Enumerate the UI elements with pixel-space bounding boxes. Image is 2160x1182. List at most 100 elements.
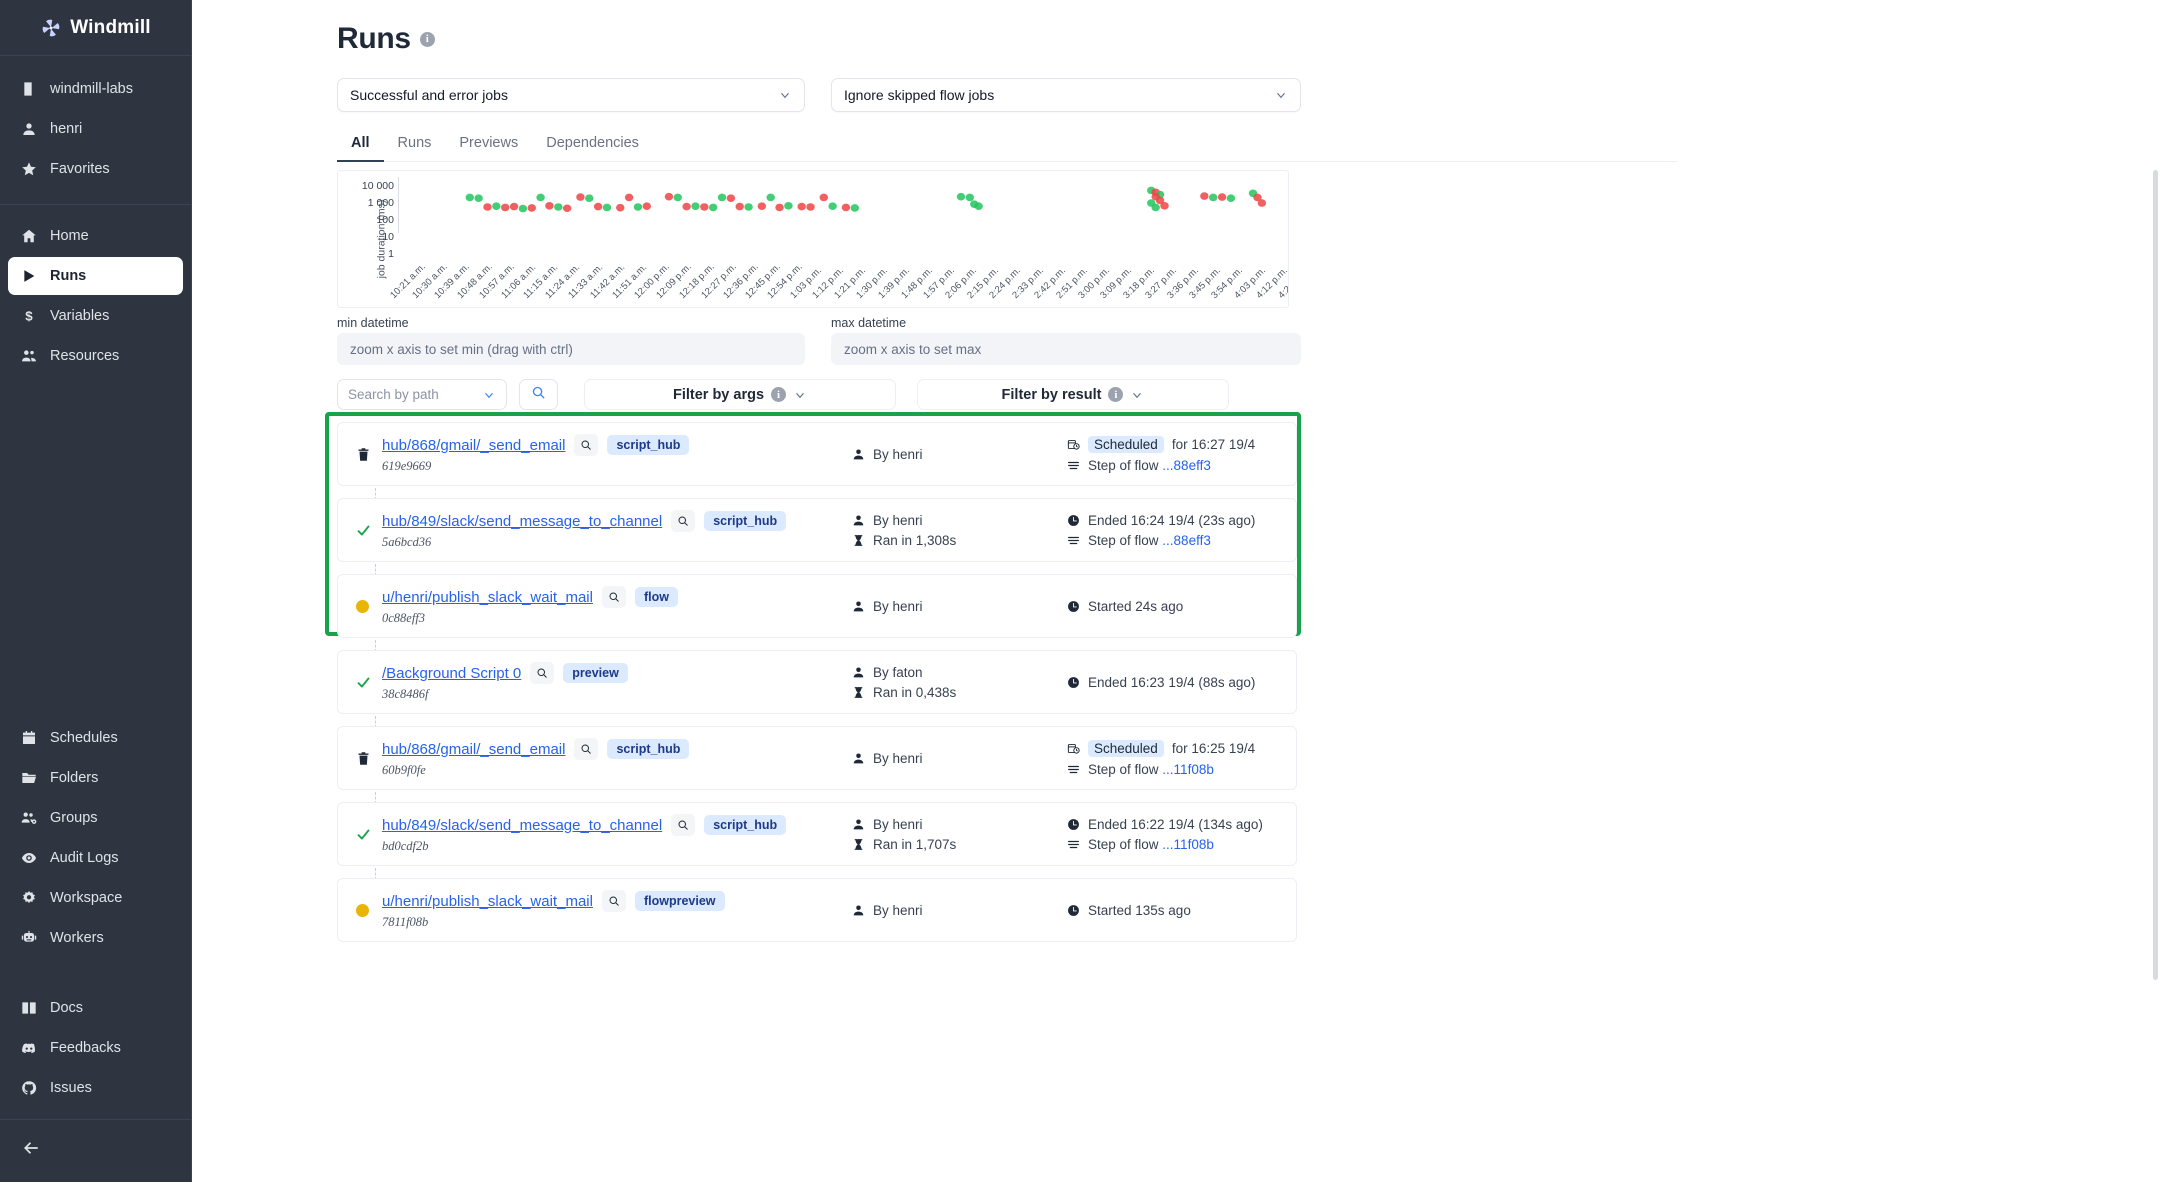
job-path-link[interactable]: hub/868/gmail/_send_email	[382, 741, 565, 758]
sidebar-item-windmill-labs[interactable]: windmill-labs	[8, 70, 183, 108]
tab-runs[interactable]: Runs	[384, 126, 446, 162]
sidebar-item-runs[interactable]: Runs	[8, 257, 183, 295]
skipped-jobs-select[interactable]: Ignore skipped flow jobs	[831, 78, 1301, 112]
sidebar-item-variables[interactable]: $ Variables	[8, 297, 183, 335]
admin-nav-group: Schedules Folders Groups Audit Logs	[0, 707, 191, 969]
check-icon	[356, 827, 382, 842]
page-header: Runs i	[337, 22, 1677, 56]
chart-points	[399, 177, 1284, 233]
search-by-path-select[interactable]: Search by path	[337, 379, 507, 410]
job-id: 60b9f0fe	[382, 763, 852, 778]
resources-icon	[20, 347, 38, 365]
gear-icon	[20, 889, 38, 907]
check-icon	[356, 523, 382, 538]
max-datetime-input[interactable]: zoom x axis to set max	[831, 333, 1301, 365]
info-icon[interactable]: i	[771, 387, 786, 402]
flow-steps-icon	[1067, 534, 1080, 547]
table-row[interactable]: hub/868/gmail/_send_emailscript_hub619e9…	[337, 422, 1297, 486]
job-detail-search-button[interactable]	[574, 434, 598, 456]
tab-previews[interactable]: Previews	[445, 126, 532, 162]
job-time-status: Ended 16:24 19/4 (23s ago)	[1067, 513, 1282, 528]
job-path-link[interactable]: /Background Script 0	[382, 665, 521, 682]
table-row[interactable]: u/henri/publish_slack_wait_mail flowprevi…	[337, 878, 1297, 942]
parent-flow-link[interactable]: ...88eff3	[1162, 533, 1211, 548]
content-inner: Runs i Successful and error jobs Ignore …	[337, 22, 1677, 942]
search-button[interactable]	[519, 379, 558, 410]
sidebar-item-home[interactable]: Home	[8, 217, 183, 255]
sidebar-item-label: Docs	[50, 1000, 83, 1016]
info-icon[interactable]: i	[420, 32, 435, 47]
sidebar-item-workspace[interactable]: Workspace	[8, 879, 183, 917]
job-kind-badge[interactable]: flow	[635, 587, 678, 607]
job-detail-search-button[interactable]	[602, 890, 626, 912]
brand-logo[interactable]: Windmill	[0, 0, 191, 56]
job-kind-badge[interactable]: script_hub	[704, 511, 786, 531]
page-scrollbar[interactable]	[2153, 170, 2158, 980]
table-row[interactable]: u/henri/publish_slack_wait_mailflow0c88e…	[337, 574, 1297, 638]
sidebar-item-label: Favorites	[50, 161, 110, 177]
sidebar-item-folders[interactable]: Folders	[8, 759, 183, 797]
job-detail-search-button[interactable]	[574, 738, 598, 760]
job-path-link[interactable]: u/henri/publish_slack_wait_mail	[382, 589, 593, 606]
runs-duration-chart[interactable]: job duration (ms) 10 000 1 000 100 10 1 …	[337, 170, 1289, 308]
search-by-path-value: Search by path	[348, 387, 439, 402]
min-datetime-input[interactable]: zoom x axis to set min (drag with ctrl)	[337, 333, 805, 365]
sidebar-item-label: Resources	[50, 348, 119, 364]
job-detail-search-button[interactable]	[602, 586, 626, 608]
sidebar-item-henri[interactable]: henri	[8, 110, 183, 148]
user-icon	[852, 818, 865, 831]
sidebar-item-issues[interactable]: Issues	[8, 1069, 183, 1107]
sidebar-item-resources[interactable]: Resources	[8, 337, 183, 375]
tab-dependencies[interactable]: Dependencies	[532, 126, 653, 162]
job-kind-badge[interactable]: preview	[563, 663, 628, 683]
sidebar-item-audit-logs[interactable]: Audit Logs	[8, 839, 183, 877]
job-duration-label: Ran in 0,438s	[873, 685, 956, 700]
info-icon[interactable]: i	[1108, 387, 1123, 402]
chart-plot-area[interactable]	[398, 177, 1284, 233]
job-kind-select[interactable]: Successful and error jobs	[337, 78, 805, 112]
collapse-sidebar-button[interactable]	[0, 1130, 191, 1170]
filter-by-result-button[interactable]: Filter by result i	[917, 379, 1229, 410]
chevron-down-icon	[482, 388, 496, 402]
job-path-link[interactable]: hub/849/slack/send_message_to_channel	[382, 513, 662, 530]
job-id: bd0cdf2b	[382, 839, 852, 854]
tab-all[interactable]: All	[337, 126, 384, 162]
job-status-text: Ended 16:23 19/4 (88s ago)	[1088, 675, 1255, 690]
job-kind-badge[interactable]: flowpreview	[635, 891, 725, 911]
table-row[interactable]: hub/849/slack/send_message_to_channel scr…	[337, 498, 1297, 562]
table-row[interactable]: hub/868/gmail/_send_email script_hub 60b9f…	[337, 726, 1297, 790]
job-kind-badge[interactable]: script_hub	[607, 739, 689, 759]
search-filter-row: Search by path Filter by args i	[337, 379, 1677, 410]
job-kind-badge[interactable]: script_hub	[607, 435, 689, 455]
job-detail-search-button[interactable]	[530, 662, 554, 684]
job-status-text: Ended 16:24 19/4 (23s ago)	[1088, 513, 1255, 528]
job-kind-badge[interactable]: script_hub	[704, 815, 786, 835]
parent-flow-link[interactable]: ...11f08b	[1162, 837, 1214, 852]
job-path-link[interactable]: u/henri/publish_slack_wait_mail	[382, 893, 593, 910]
job-row-wrapper: hub/868/gmail/_send_emailscript_hub619e9…	[337, 422, 1297, 486]
sidebar-item-label: Home	[50, 228, 89, 244]
sidebar-item-groups[interactable]: Groups	[8, 799, 183, 837]
table-row[interactable]: /Background Script 0preview38c8486fBy fa…	[337, 650, 1297, 714]
job-identity: hub/849/slack/send_message_to_channel scr…	[382, 510, 852, 550]
job-identity: u/henri/publish_slack_wait_mail flowprevi…	[382, 890, 852, 930]
sidebar-item-docs[interactable]: Docs	[8, 989, 183, 1027]
parent-flow-link[interactable]: ...11f08b	[1162, 762, 1214, 777]
sidebar-item-feedbacks[interactable]: Feedbacks	[8, 1029, 183, 1067]
table-row[interactable]: hub/849/slack/send_message_to_channel scr…	[337, 802, 1297, 866]
parent-flow-link[interactable]: ...88eff3	[1162, 458, 1211, 473]
job-path-link[interactable]: hub/868/gmail/_send_email	[382, 437, 565, 454]
sidebar-item-schedules[interactable]: Schedules	[8, 719, 183, 757]
filter-by-args-button[interactable]: Filter by args i	[584, 379, 896, 410]
sidebar-item-workers[interactable]: Workers	[8, 919, 183, 957]
schedule-icon	[1067, 438, 1080, 451]
check-icon	[356, 675, 382, 690]
job-detail-search-button[interactable]	[671, 510, 695, 532]
sidebar-item-favorites[interactable]: Favorites	[8, 150, 183, 188]
job-path-link[interactable]: hub/849/slack/send_message_to_channel	[382, 817, 662, 834]
job-detail-search-button[interactable]	[671, 814, 695, 836]
calendar-icon	[20, 729, 38, 747]
job-owner-block: By henriRan in 1,308s	[852, 513, 1067, 548]
job-duration: Ran in 1,308s	[852, 533, 1067, 548]
chevron-down-icon	[1130, 388, 1144, 402]
